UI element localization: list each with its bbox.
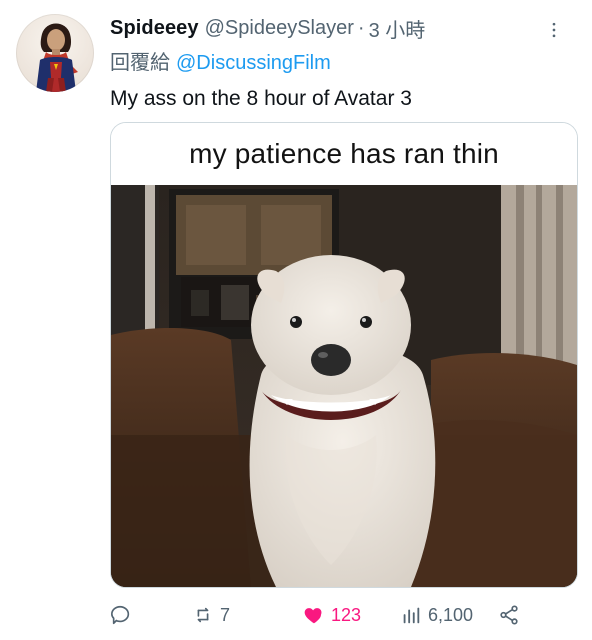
reply-icon [111, 605, 130, 625]
reply-to-link[interactable]: @DiscussingFilm [176, 52, 331, 74]
share-icon [500, 605, 518, 625]
separator-dot: · [357, 16, 365, 39]
views-button[interactable]: 6,100 [400, 598, 473, 632]
retweet-icon [197, 607, 209, 623]
like-button[interactable]: 123 [303, 598, 361, 632]
views-count: 6,100 [428, 604, 474, 625]
tweet-text: My ass on the 8 hour of Avatar 3 [110, 87, 412, 110]
more-options-button[interactable] [540, 16, 568, 44]
author-handle[interactable]: @SpideeySlayer [205, 17, 354, 40]
retweet-count: 7 [220, 604, 231, 625]
share-button[interactable] [498, 598, 526, 632]
avatar[interactable] [16, 14, 94, 92]
tweet-time[interactable]: 3 小時 [369, 14, 426, 43]
retweet-button[interactable]: 7 [192, 598, 230, 632]
tweet[interactable]: Spideeey @SpideeySlayer · 3 小時 回覆給 @Discu… [0, 0, 592, 640]
author-display-name[interactable]: Spideeey [110, 17, 199, 40]
views-icon [403, 607, 420, 624]
reply-prefix: 回覆給 [110, 52, 170, 74]
meme-caption: my patience has ran thin [111, 123, 577, 185]
smiling-dog-image [111, 185, 577, 587]
like-count: 123 [331, 604, 362, 625]
avatar-icon [36, 23, 78, 92]
more-vertical-icon [552, 22, 556, 38]
tweet-media[interactable]: my patience has ran thin [110, 122, 578, 588]
tweet-actions: 7 123 6,100 [110, 598, 530, 632]
reply-button[interactable] [110, 598, 138, 632]
tweet-header: Spideeey @SpideeySlayer · 3 小時 [110, 14, 576, 43]
reply-context: 回覆給 @DiscussingFilm [110, 46, 576, 75]
heart-icon [304, 608, 322, 624]
meme-photo[interactable] [111, 185, 577, 587]
